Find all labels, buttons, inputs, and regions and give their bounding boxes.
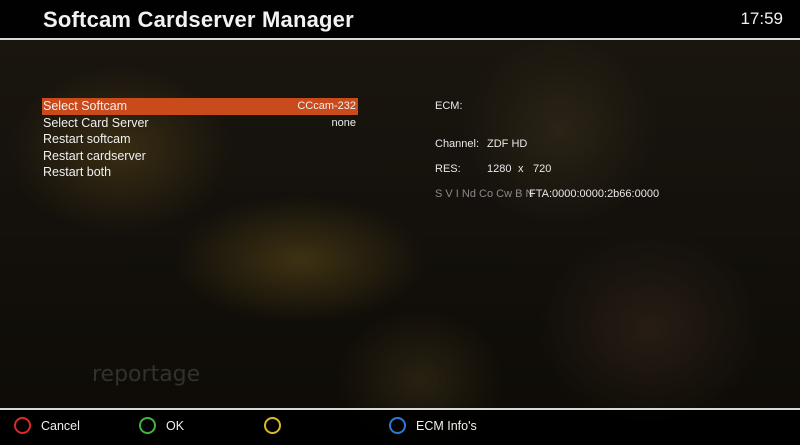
cancel-button-label: Cancel bbox=[41, 419, 80, 433]
green-button-icon bbox=[139, 417, 156, 434]
header-bar: Softcam Cardserver Manager 17:59 bbox=[0, 0, 800, 38]
page-title: Softcam Cardserver Manager bbox=[43, 7, 354, 32]
res-label: RES: bbox=[435, 163, 461, 175]
menu-item-label: Restart softcam bbox=[43, 132, 131, 146]
red-button-icon bbox=[14, 417, 31, 434]
caid-flags: S V I Nd Co Cw B N bbox=[435, 188, 534, 200]
menu-item-select-card-server[interactable]: Select Card Server none bbox=[42, 115, 358, 132]
menu-item-restart-softcam[interactable]: Restart softcam bbox=[42, 131, 358, 148]
res-width: 1280 bbox=[487, 163, 512, 175]
ecm-info-button-label: ECM Info's bbox=[416, 419, 477, 433]
yellow-button-icon bbox=[264, 417, 281, 434]
menu-item-label: Restart both bbox=[43, 165, 112, 179]
footer-bar: Cancel OK ECM Info's bbox=[0, 410, 800, 445]
menu-item-restart-both[interactable]: Restart both bbox=[42, 164, 358, 181]
channel-label: Channel: bbox=[435, 138, 480, 150]
menu-item-value: CCcam-232 bbox=[297, 100, 356, 112]
channel-watermark: reportage bbox=[92, 362, 201, 387]
menu-item-label: Restart cardserver bbox=[43, 148, 146, 163]
menu-item-label: Select Card Server bbox=[43, 115, 149, 130]
menu-item-value: none bbox=[331, 116, 356, 129]
channel-value: ZDF HD bbox=[487, 138, 528, 150]
header-divider bbox=[0, 38, 800, 40]
menu-item-select-softcam[interactable]: Select Softcam CCcam-232 bbox=[42, 98, 358, 115]
ecm-label: ECM: bbox=[435, 100, 463, 112]
menu-list: Select Softcam CCcam-232 Select Card Ser… bbox=[42, 98, 358, 181]
menu-item-restart-cardserver[interactable]: Restart cardserver bbox=[42, 148, 358, 165]
menu-item-label: Select Softcam bbox=[43, 99, 128, 113]
fta-value: FTA:0000:0000:2b66:0000 bbox=[529, 188, 660, 200]
ok-button-label: OK bbox=[166, 419, 185, 433]
blue-button-icon bbox=[389, 417, 406, 434]
res-height: 720 bbox=[533, 163, 552, 175]
res-separator: x bbox=[518, 163, 524, 175]
clock: 17:59 bbox=[740, 9, 783, 28]
